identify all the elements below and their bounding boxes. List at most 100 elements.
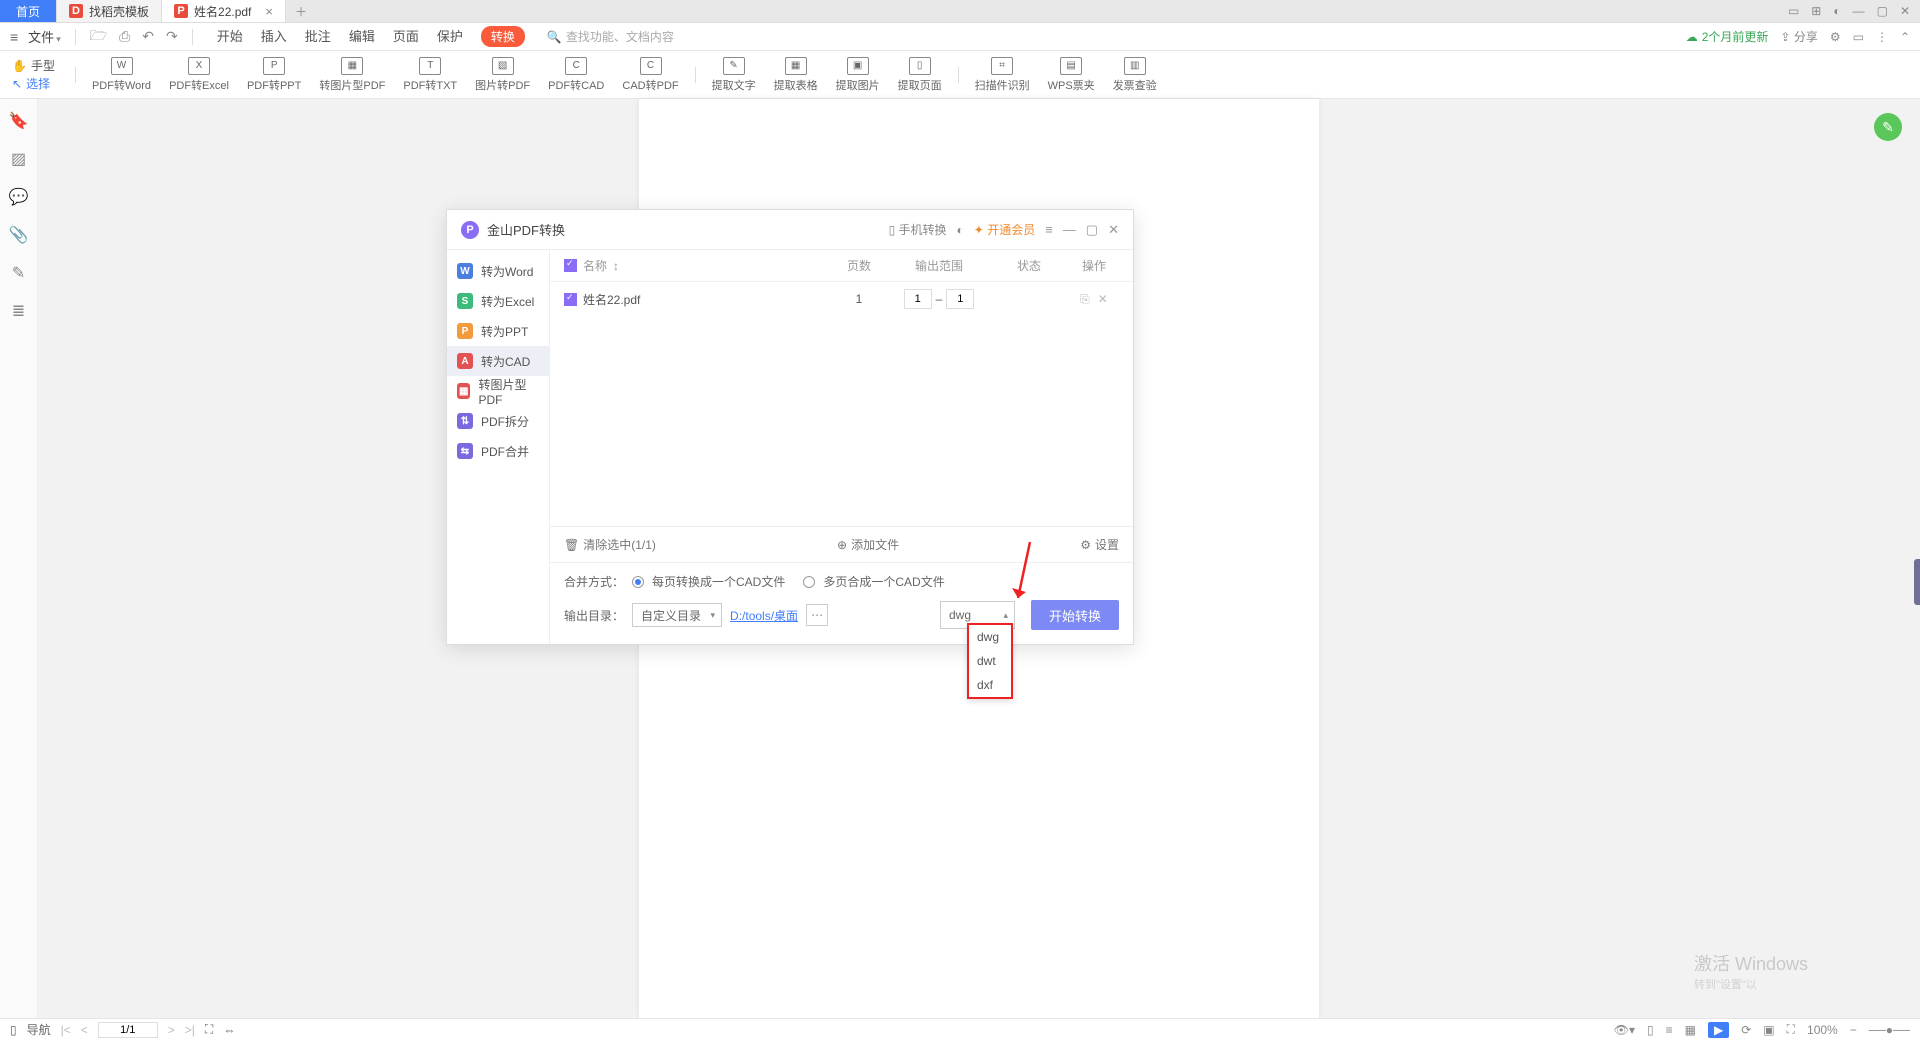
clear-selected[interactable]: 🗑清除选中(1/1) bbox=[564, 536, 656, 553]
settings-button[interactable]: ⚙设置 bbox=[1080, 536, 1119, 553]
copy-icon[interactable]: ⎘ bbox=[1080, 292, 1090, 307]
hamburger-icon[interactable]: ≡ bbox=[10, 29, 18, 45]
tool-hand[interactable]: ✋手型 bbox=[12, 57, 55, 74]
image-panel-icon[interactable]: ▨ bbox=[11, 149, 26, 169]
ribbon-pdf-ppt[interactable]: PPDF转PPT bbox=[241, 57, 307, 93]
ribbon-pdf-cad[interactable]: CPDF转CAD bbox=[542, 57, 610, 93]
close-icon[interactable]: × bbox=[265, 4, 273, 19]
undo-icon[interactable]: ↶ bbox=[142, 28, 154, 45]
floating-action-button[interactable]: ✎ bbox=[1874, 113, 1902, 141]
side-img-pdf[interactable]: ▦转图片型PDF bbox=[447, 376, 549, 406]
open-icon[interactable]: 🗁 bbox=[90, 25, 107, 49]
last-page-icon[interactable]: >| bbox=[185, 1023, 195, 1037]
checkbox-all[interactable] bbox=[564, 259, 577, 272]
radio-merge-pages[interactable] bbox=[803, 576, 815, 588]
maximize-icon[interactable]: ▢ bbox=[1877, 4, 1888, 18]
bookmark-icon[interactable]: 🔖 bbox=[9, 111, 29, 131]
format-option-dxf[interactable]: dxf bbox=[969, 673, 1011, 697]
play-icon[interactable]: ▶ bbox=[1708, 1022, 1729, 1038]
more-icon[interactable]: ⋮ bbox=[1876, 30, 1888, 44]
new-tab-button[interactable]: ＋ bbox=[286, 0, 316, 22]
ribbon-img-pdf[interactable]: ▧图片转PDF bbox=[469, 57, 536, 93]
attachment-icon[interactable]: 📎 bbox=[9, 225, 29, 245]
delete-icon[interactable]: ✕ bbox=[1098, 292, 1108, 307]
mobile-convert[interactable]: ▯ 手机转换 bbox=[889, 221, 947, 238]
share-button[interactable]: ⇪ 分享 bbox=[1780, 28, 1817, 45]
menu-annotate[interactable]: 批注 bbox=[305, 26, 331, 47]
side-to-excel[interactable]: S转为Excel bbox=[447, 286, 549, 316]
format-option-dwt[interactable]: dwt bbox=[969, 649, 1011, 673]
radio-each-page[interactable] bbox=[632, 576, 644, 588]
window-close-icon[interactable]: ✕ bbox=[1900, 4, 1910, 18]
eye-icon[interactable]: 👁▾ bbox=[1614, 1023, 1635, 1037]
minimize-icon[interactable]: — bbox=[1853, 4, 1865, 18]
ribbon-pdf-txt[interactable]: TPDF转TXT bbox=[397, 57, 463, 93]
ribbon-to-img-pdf[interactable]: ▦转图片型PDF bbox=[313, 57, 391, 93]
fit-width-icon[interactable]: ⇔ bbox=[223, 1023, 235, 1037]
view-single-icon[interactable]: ▯ bbox=[1647, 1023, 1654, 1037]
grid-icon[interactable]: ⊞ bbox=[1811, 4, 1821, 18]
format-option-dwg[interactable]: dwg bbox=[969, 625, 1011, 649]
view-continuous-icon[interactable]: ≡ bbox=[1666, 1023, 1673, 1037]
side-pdf-merge[interactable]: ⇆PDF合并 bbox=[447, 436, 549, 466]
menu-convert[interactable]: 转换 bbox=[481, 26, 525, 47]
zoom-slider[interactable]: ──●── bbox=[1869, 1023, 1910, 1037]
dialog-min-icon[interactable]: — bbox=[1063, 222, 1076, 237]
window-icon[interactable]: ▭ bbox=[1853, 30, 1864, 44]
ribbon-extract-table[interactable]: ▦提取表格 bbox=[768, 57, 824, 93]
dialog-menu-icon[interactable]: ≡ bbox=[1045, 222, 1053, 237]
layers-icon[interactable]: ≣ bbox=[12, 301, 25, 321]
menu-insert[interactable]: 插入 bbox=[261, 26, 287, 47]
out-path-link[interactable]: D:/tools/桌面 bbox=[730, 607, 798, 624]
checkbox-row[interactable] bbox=[564, 293, 577, 306]
ribbon-pdf-excel[interactable]: XPDF转Excel bbox=[163, 57, 235, 93]
redo-icon[interactable]: ↷ bbox=[166, 28, 178, 45]
nav-label[interactable]: 导航 bbox=[27, 1021, 51, 1038]
view-grid-icon[interactable]: ▦ bbox=[1685, 1023, 1696, 1037]
zoom-out-icon[interactable]: − bbox=[1850, 1023, 1857, 1037]
side-pdf-split[interactable]: ⇅PDF拆分 bbox=[447, 406, 549, 436]
signature-icon[interactable]: ✎ bbox=[12, 263, 25, 283]
side-to-word[interactable]: W转为Word bbox=[447, 256, 549, 286]
ribbon-extract-image[interactable]: ▣提取图片 bbox=[830, 57, 886, 93]
avatar-icon[interactable]: ◐ bbox=[1833, 4, 1840, 18]
side-to-ppt[interactable]: P转为PPT bbox=[447, 316, 549, 346]
out-dir-select[interactable]: 自定义目录 bbox=[632, 603, 722, 627]
sort-icon[interactable]: ↕ bbox=[613, 259, 619, 273]
tab-home[interactable]: 首页 bbox=[0, 0, 57, 22]
side-to-cad[interactable]: A转为CAD bbox=[447, 346, 549, 376]
ribbon-extract-page[interactable]: ▯提取页面 bbox=[892, 57, 948, 93]
dialog-close-icon[interactable]: ✕ bbox=[1108, 222, 1119, 238]
start-convert-button[interactable]: 开始转换 bbox=[1031, 600, 1119, 630]
layout-icon[interactable]: ▭ bbox=[1788, 4, 1799, 18]
first-page-icon[interactable]: |< bbox=[61, 1023, 71, 1037]
fit-icon[interactable]: ⛶ bbox=[205, 1022, 213, 1037]
ribbon-cad-pdf[interactable]: CCAD转PDF bbox=[616, 57, 684, 93]
menu-edit[interactable]: 编辑 bbox=[349, 26, 375, 47]
rotate-icon[interactable]: ⟳ bbox=[1741, 1023, 1751, 1037]
crop-icon[interactable]: ▣ bbox=[1763, 1023, 1774, 1037]
avatar-small-icon[interactable]: ◐ bbox=[957, 223, 964, 237]
range-to-input[interactable] bbox=[946, 289, 974, 309]
range-from-input[interactable] bbox=[904, 289, 932, 309]
add-file[interactable]: ⊕添加文件 bbox=[837, 536, 899, 553]
file-menu[interactable]: 文件 bbox=[28, 27, 61, 46]
menu-protect[interactable]: 保护 bbox=[437, 26, 463, 47]
ribbon-ocr[interactable]: ⌗扫描件识别 bbox=[969, 57, 1036, 93]
page-input[interactable] bbox=[98, 1022, 158, 1038]
ribbon-extract-text[interactable]: ✎提取文字 bbox=[706, 57, 762, 93]
search-box[interactable]: 🔍 查找功能、文档内容 bbox=[547, 28, 674, 45]
comment-icon[interactable]: 💬 bbox=[9, 187, 29, 207]
tab-templates[interactable]: D 找稻壳模板 bbox=[57, 0, 162, 22]
ribbon-invoice[interactable]: ▥发票查验 bbox=[1107, 57, 1163, 93]
gear-icon[interactable]: ⚙ bbox=[1830, 30, 1841, 44]
tab-active-doc[interactable]: P 姓名22.pdf × bbox=[162, 0, 286, 22]
menu-page[interactable]: 页面 bbox=[393, 26, 419, 47]
dialog-max-icon[interactable]: ▢ bbox=[1086, 222, 1098, 238]
zoom-label[interactable]: 100% bbox=[1807, 1023, 1838, 1037]
fit-page-icon[interactable]: ⛶ bbox=[1787, 1022, 1795, 1037]
tool-select[interactable]: ↖选择 bbox=[12, 75, 55, 92]
next-page-icon[interactable]: > bbox=[168, 1023, 175, 1037]
panel-icon[interactable]: ▯ bbox=[10, 1023, 17, 1037]
browse-button[interactable]: ⋯ bbox=[806, 604, 828, 626]
